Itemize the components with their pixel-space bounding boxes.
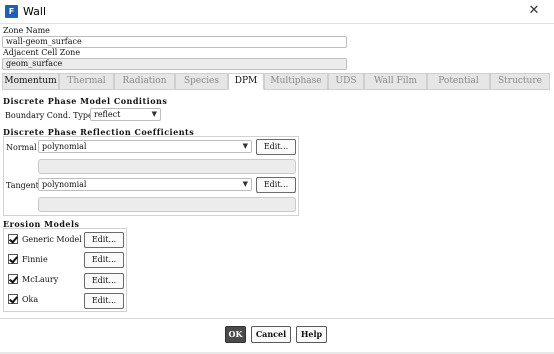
adjacent-cell-zone-field: geom_surface [2,58,347,70]
normal-edit-button[interactable]: Edit... [256,139,296,155]
tab-wall-film[interactable]: Wall Film [364,73,427,90]
chevron-down-icon: ▼ [151,110,157,118]
tab-structure[interactable]: Structure [490,73,550,90]
adjacent-cell-zone-label: Adjacent Cell Zone [3,48,81,57]
tab-thermal[interactable]: Thermal [59,73,114,90]
oka-label: Oka [22,295,39,304]
tab-uds[interactable]: UDS [328,73,364,90]
ok-button[interactable]: OK [225,326,246,343]
tab-multiphase[interactable]: Multiphase [264,73,328,90]
normal-dropdown[interactable]: polynomial ▼ [38,140,252,153]
fluent-app-icon: F [5,5,18,18]
mclaury-label: McLaury [22,275,59,284]
tangent-label: Tangent [6,181,39,190]
zone-name-input[interactable]: wall-geom_surface [2,36,347,48]
chevron-down-icon: ▼ [242,180,248,188]
oka-edit-button[interactable]: Edit... [84,293,124,309]
generic-model-label: Generic Model [22,235,82,244]
window-title: Wall [23,5,47,18]
tab-bar: Momentum Thermal Radiation Species DPM M… [2,73,550,90]
dpm-conditions-title: Discrete Phase Model Conditions [3,96,168,106]
tab-momentum[interactable]: Momentum [2,73,59,90]
boundary-cond-type-value: reflect [94,110,121,119]
tab-dpm[interactable]: DPM [228,73,264,90]
mclaury-checkbox[interactable] [8,274,18,284]
finnie-edit-button[interactable]: Edit... [84,252,124,268]
help-button[interactable]: Help [296,326,327,343]
boundary-cond-type-label: Boundary Cond. Type [5,111,93,120]
footer-divider [0,318,554,319]
tab-species[interactable]: Species [175,73,228,90]
tangent-dropdown[interactable]: polynomial ▼ [38,178,252,191]
normal-value: polynomial [42,142,87,151]
tangent-edit-button[interactable]: Edit... [256,177,296,193]
oka-checkbox[interactable] [8,294,18,304]
boundary-cond-type-dropdown[interactable]: reflect ▼ [90,108,161,121]
tab-radiation[interactable]: Radiation [114,73,175,90]
generic-model-checkbox[interactable] [8,234,18,244]
zone-name-label: Zone Name [3,26,50,35]
finnie-label: Finnie [22,255,48,264]
tangent-coefficients-field[interactable] [38,197,296,212]
tab-potential[interactable]: Potential [427,73,490,90]
mclaury-edit-button[interactable]: Edit... [84,273,124,289]
normal-label: Normal [6,143,37,152]
generic-model-edit-button[interactable]: Edit... [84,232,124,248]
close-icon[interactable]: ✕ [526,3,542,19]
normal-coefficients-field[interactable] [38,159,296,174]
finnie-checkbox[interactable] [8,254,18,264]
title-bar: F Wall ✕ [0,0,554,24]
cancel-button[interactable]: Cancel [251,326,291,343]
tangent-value: polynomial [42,180,87,189]
chevron-down-icon: ▼ [242,142,248,150]
